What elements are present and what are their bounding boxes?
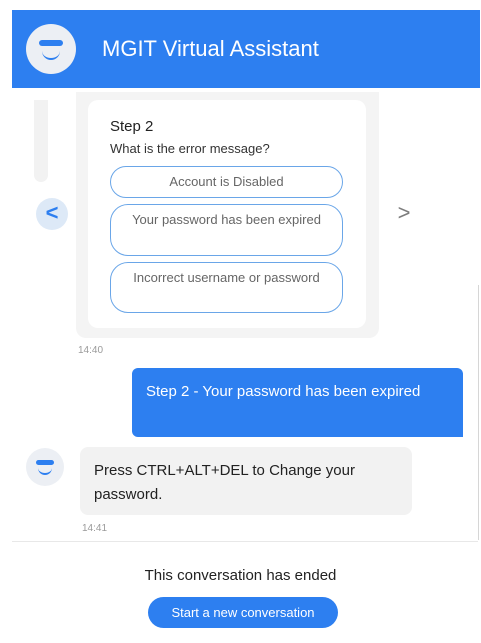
footer-divider xyxy=(12,541,478,542)
chevron-right-icon[interactable]: > xyxy=(388,198,420,230)
chat-header: MGIT Virtual Assistant xyxy=(12,10,480,88)
start-new-conversation-button[interactable]: Start a new conversation xyxy=(148,597,338,628)
bot-avatar-icon xyxy=(26,24,76,74)
conversation-ended-text: This conversation has ended xyxy=(144,567,337,584)
bot-avatar-icon xyxy=(26,448,64,486)
message-timestamp: 14:40 xyxy=(78,345,104,356)
message-timestamp: 14:41 xyxy=(82,523,108,534)
option-account-disabled-button[interactable]: Account is Disabled xyxy=(110,166,343,198)
option-password-expired-button[interactable]: Your password has been expired xyxy=(110,204,343,256)
chat-title: MGIT Virtual Assistant xyxy=(102,36,319,61)
step-title: Step 2 xyxy=(110,118,154,135)
option-incorrect-credentials-button[interactable]: Incorrect username or password xyxy=(110,262,343,313)
user-message: Step 2 - Your password has been expired xyxy=(132,368,463,437)
scrollbar-track[interactable] xyxy=(478,285,479,540)
step-question: What is the error message? xyxy=(110,141,270,156)
bot-message: Press CTRL+ALT+DEL to Change your passwo… xyxy=(80,447,412,515)
chevron-left-icon[interactable]: < xyxy=(36,198,68,230)
previous-card-edge xyxy=(34,100,48,182)
